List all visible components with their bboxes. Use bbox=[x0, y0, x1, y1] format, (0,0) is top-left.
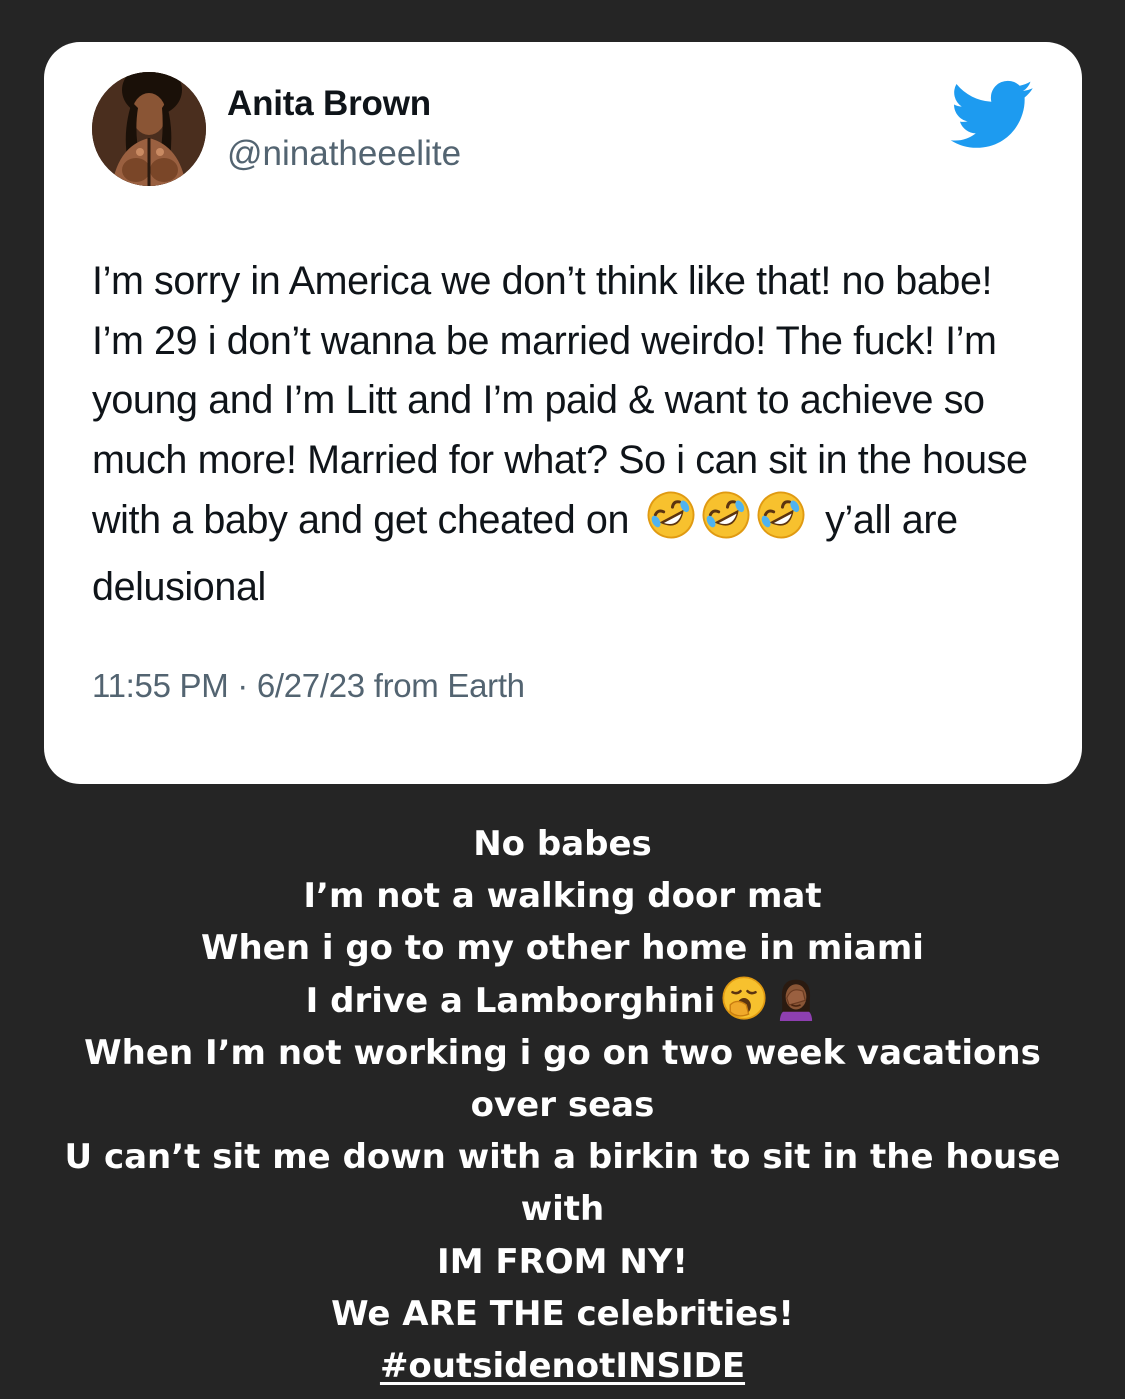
avatar[interactable] bbox=[92, 72, 206, 186]
woman-facepalming-emoji bbox=[767, 979, 819, 1021]
story-caption: No babes I’m not a walking door mat When… bbox=[0, 818, 1125, 1392]
user-handle[interactable]: @ninatheeelite bbox=[227, 134, 461, 174]
emoji-group bbox=[646, 490, 811, 558]
rolling-on-floor-laughing-emoji bbox=[647, 491, 695, 539]
tweet-card: Anita Brown @ninatheeelite I’m sorry in … bbox=[44, 42, 1082, 784]
caption-line: We ARE THE celebrities! bbox=[331, 1293, 794, 1334]
caption-line: When I’m not working i go on two week va… bbox=[84, 1032, 1041, 1073]
caption-line-with-emoji: I drive a Lamborghini bbox=[0, 975, 1125, 1027]
profile-photo bbox=[92, 72, 206, 186]
caption-line: U can’t sit me down with a birkin to sit… bbox=[64, 1137, 1061, 1178]
caption-line: No babes bbox=[473, 824, 652, 864]
caption-line-text: I drive a Lamborghini bbox=[305, 980, 716, 1021]
rolling-on-floor-laughing-emoji bbox=[702, 491, 750, 539]
twitter-bird-icon[interactable] bbox=[950, 80, 1034, 150]
caption-line: with bbox=[520, 1189, 605, 1230]
tweet-text: I’m sorry in America we don’t think like… bbox=[92, 252, 1042, 617]
yawning-face-emoji bbox=[715, 976, 767, 1021]
caption-line: over seas bbox=[470, 1085, 655, 1126]
caption-line: I’m not a walking door mat bbox=[303, 876, 822, 917]
caption-line: When i go to my other home in miami bbox=[201, 928, 924, 969]
rolling-on-floor-laughing-emoji bbox=[757, 491, 805, 539]
caption-line: IM FROM NY! bbox=[437, 1241, 688, 1282]
tweet-timestamp[interactable]: 11:55 PM · 6/27/23 from Earth bbox=[92, 667, 525, 705]
display-name[interactable]: Anita Brown bbox=[227, 84, 431, 124]
hashtag-link[interactable]: #outsidenotINSIDE bbox=[0, 1340, 1125, 1392]
